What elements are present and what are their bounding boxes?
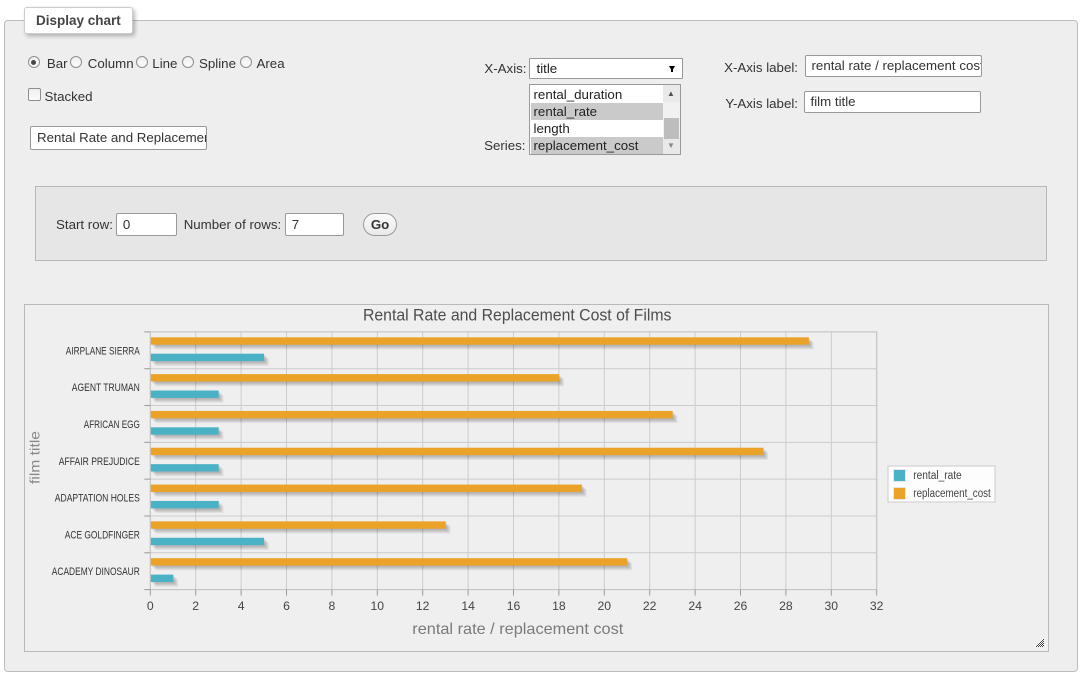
- svg-text:30: 30: [825, 599, 839, 613]
- svg-text:24: 24: [688, 599, 702, 613]
- svg-text:8: 8: [329, 599, 336, 613]
- svg-text:2: 2: [192, 599, 199, 613]
- svg-text:film title: film title: [26, 431, 42, 484]
- svg-text:14: 14: [461, 599, 475, 613]
- svg-text:Rental Rate and Replacement Co: Rental Rate and Replacement Cost of Film…: [363, 307, 672, 325]
- svg-text:32: 32: [870, 599, 884, 613]
- svg-text:AIRPLANE SIERRA: AIRPLANE SIERRA: [66, 345, 140, 357]
- svg-text:18: 18: [552, 599, 566, 613]
- svg-text:rental_rate: rental_rate: [913, 470, 961, 482]
- svg-text:AGENT TRUMAN: AGENT TRUMAN: [72, 382, 140, 394]
- svg-text:ACADEMY DINOSAUR: ACADEMY DINOSAUR: [52, 566, 140, 578]
- svg-text:12: 12: [416, 599, 430, 613]
- svg-text:ADAPTATION HOLES: ADAPTATION HOLES: [55, 493, 140, 505]
- svg-text:20: 20: [598, 599, 612, 613]
- svg-text:0: 0: [147, 599, 154, 613]
- svg-text:26: 26: [734, 599, 748, 613]
- svg-text:10: 10: [371, 599, 385, 613]
- svg-text:ACE GOLDFINGER: ACE GOLDFINGER: [65, 529, 140, 541]
- svg-text:16: 16: [507, 599, 521, 613]
- svg-text:6: 6: [283, 599, 290, 613]
- svg-text:replacement_cost: replacement_cost: [913, 488, 991, 500]
- svg-text:4: 4: [238, 599, 245, 613]
- svg-text:AFFAIR PREJUDICE: AFFAIR PREJUDICE: [59, 456, 140, 468]
- svg-text:28: 28: [779, 599, 793, 613]
- svg-text:22: 22: [643, 599, 657, 613]
- svg-text:AFRICAN EGG: AFRICAN EGG: [84, 419, 140, 431]
- svg-text:rental rate / replacement cost: rental rate / replacement cost: [412, 621, 624, 638]
